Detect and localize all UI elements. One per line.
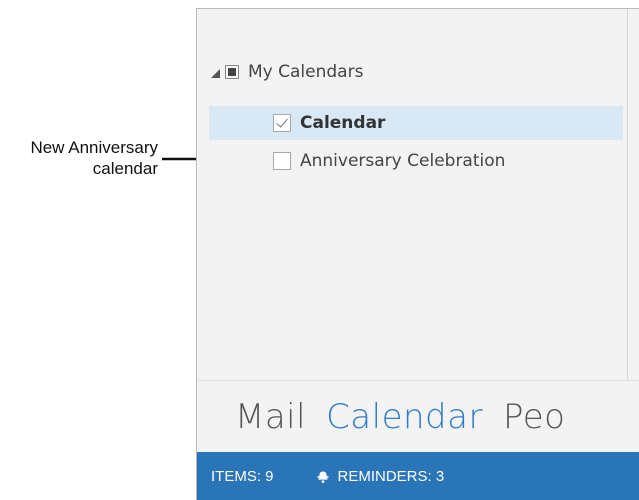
- group-label: My Calendars: [248, 62, 364, 82]
- calendar-item-calendar[interactable]: Calendar: [209, 106, 623, 140]
- collapse-triangle-icon[interactable]: [211, 68, 220, 78]
- navigation-bar: Mail Calendar Peo: [197, 380, 639, 453]
- group-checkbox-icon[interactable]: [225, 65, 239, 79]
- calendar-checkbox[interactable]: [273, 114, 291, 132]
- nav-item-calendar[interactable]: Calendar: [326, 397, 483, 437]
- status-bar: ITEMS: 9 REMINDERS: 3: [197, 452, 639, 500]
- outlook-window: My Calendars Calendar Anniversary Celebr…: [196, 8, 639, 500]
- calendar-item-label: Calendar: [300, 113, 386, 133]
- nav-item-mail[interactable]: Mail: [235, 397, 306, 437]
- callout-line-2: calendar: [92, 159, 158, 178]
- reminders-count[interactable]: REMINDERS: 3: [338, 468, 445, 485]
- items-count: ITEMS: 9: [211, 468, 274, 485]
- my-calendars-group[interactable]: My Calendars: [211, 60, 363, 84]
- calendar-item-anniversary-celebration[interactable]: Anniversary Celebration: [209, 144, 623, 178]
- calendar-item-label: Anniversary Celebration: [300, 151, 506, 171]
- callout-line-1: New Anniversary: [30, 138, 158, 157]
- bell-icon: [316, 470, 330, 484]
- folder-pane: My Calendars Calendar Anniversary Celebr…: [197, 9, 628, 380]
- anniversary-checkbox[interactable]: [273, 152, 291, 170]
- screenshot-stage: New Anniversary calendar My Calendars Ca…: [0, 0, 639, 500]
- callout-annotation: New Anniversary calendar: [0, 137, 158, 179]
- nav-item-people[interactable]: Peo: [503, 397, 566, 437]
